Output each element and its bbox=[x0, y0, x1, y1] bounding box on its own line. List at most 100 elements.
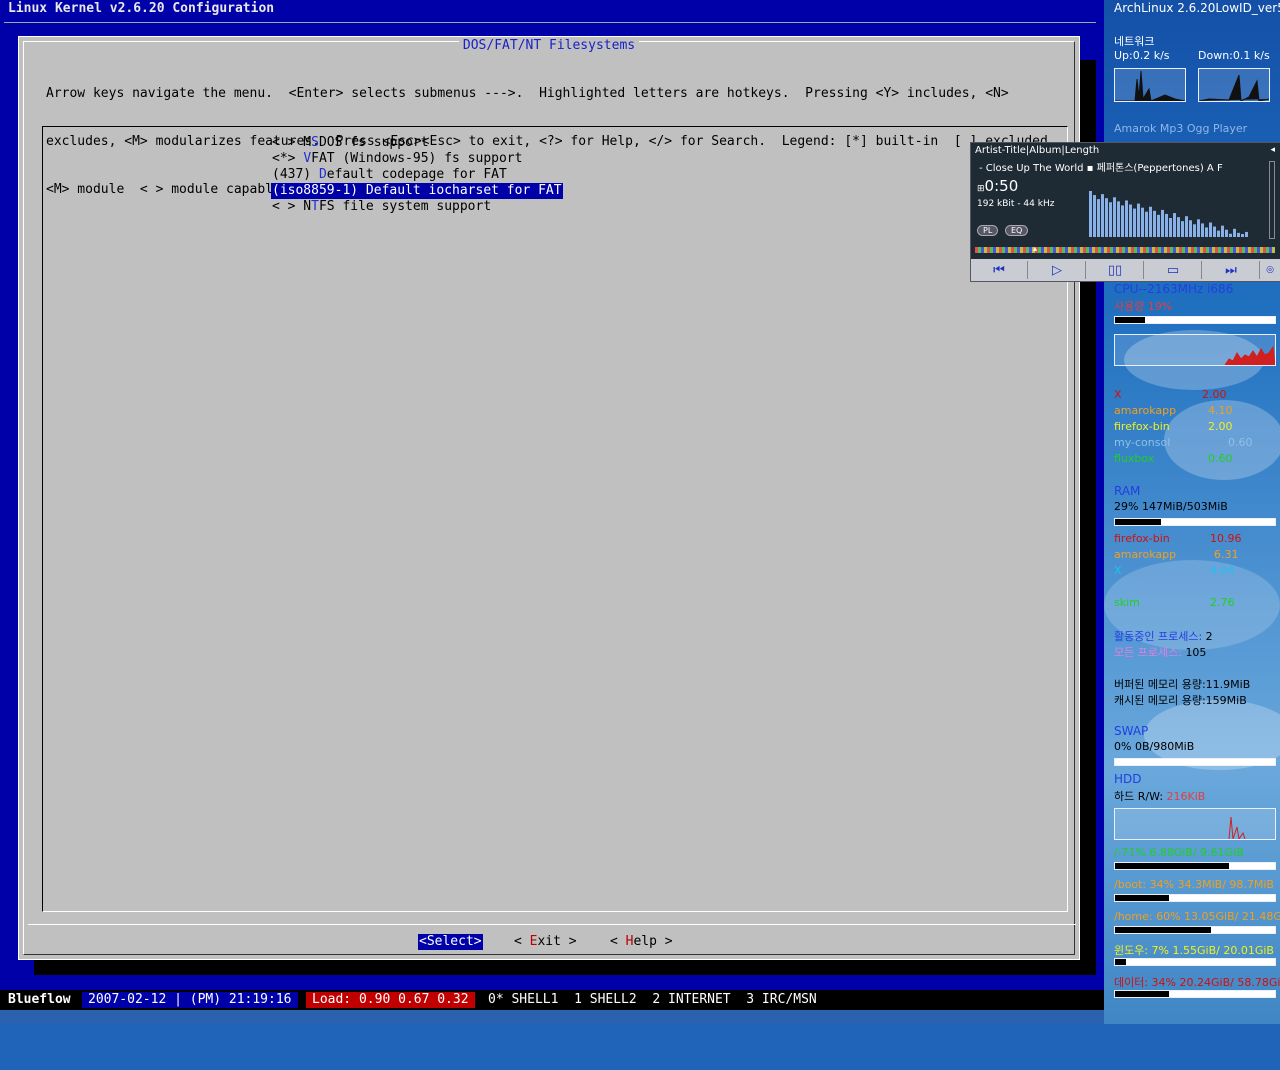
ram-proc-name: skim bbox=[1114, 596, 1140, 609]
pause-icon[interactable]: ▯▯ bbox=[1087, 261, 1144, 279]
spectrum-bar bbox=[1225, 229, 1228, 237]
player-controls: ⏮ ▷ ▯▯ ▭ ⏭ ◎ bbox=[971, 259, 1280, 281]
network-label: 네트워크 bbox=[1114, 35, 1155, 48]
play-icon[interactable]: ▷ bbox=[1029, 261, 1086, 279]
disk-usage-bar bbox=[1114, 862, 1276, 870]
exit-button[interactable]: < Exit > bbox=[514, 934, 577, 950]
menu-item-msdos[interactable]: < > MSDOS fs support bbox=[271, 135, 430, 151]
ram-proc-name: firefox-bin bbox=[1114, 532, 1170, 545]
spectrum-bar bbox=[1137, 203, 1140, 237]
disk-usage-bar-fill bbox=[1115, 895, 1170, 901]
ram-proc-name: amarokapp bbox=[1114, 548, 1177, 561]
dialog-frame: DOS/FAT/NT Filesystems Arrow keys naviga… bbox=[23, 38, 1076, 955]
ram-proc-name: X bbox=[1114, 564, 1122, 577]
cpu-proc-name: amarokapp bbox=[1114, 404, 1177, 417]
hdd-rw: 하드 R/W: 216KiB bbox=[1114, 790, 1206, 803]
cpu-proc-row: my-consol bbox=[1114, 436, 1170, 449]
ram-proc-value: 10.96 bbox=[1210, 532, 1242, 545]
statusbar-windows[interactable]: 0* SHELL1 1 SHELL2 2 INTERNET 3 IRC/MSN bbox=[488, 992, 817, 1008]
amarok-label: Amarok Mp3 Ogg Player bbox=[1114, 122, 1248, 135]
spectrum-bar bbox=[1217, 230, 1220, 237]
disk-usage-label: 데이터: 34% 20.24GiB/ 58.78GiB bbox=[1114, 976, 1280, 989]
ram-bar bbox=[1114, 518, 1276, 526]
amarok-player[interactable]: Artist-Title|Album|Length ◂ - Close Up T… bbox=[970, 142, 1280, 282]
spectrum-bar bbox=[1105, 198, 1108, 237]
menu-item-default-iocharset[interactable]: (iso8859-1) Default iocharset for FAT bbox=[271, 183, 563, 199]
elapsed-time: ⊞0:50 bbox=[977, 177, 1019, 195]
volume-slider[interactable] bbox=[1269, 161, 1275, 239]
cpu-proc-row: X bbox=[1114, 388, 1122, 401]
spectrum-bar bbox=[1221, 225, 1224, 237]
spectrum-bar bbox=[1097, 199, 1100, 237]
statusbar-load: Load: 0.90 0.67 0.32 bbox=[306, 992, 475, 1008]
cached-memory: 캐시된 메모리 용량:159MiB bbox=[1114, 694, 1247, 707]
spectrum-bar bbox=[1093, 195, 1096, 237]
ram-proc-row: firefox-bin bbox=[1114, 532, 1170, 545]
cpu-proc-row: fluxbox bbox=[1114, 452, 1154, 465]
menu-item-vfat[interactable]: <*> VFAT (Windows-95) fs support bbox=[271, 151, 523, 167]
equalizer-button[interactable]: EQ bbox=[1005, 225, 1029, 236]
spectrum-bar bbox=[1121, 205, 1124, 237]
terminal-window[interactable]: Linux Kernel v2.6.20 Configuration DOS/F… bbox=[0, 0, 1104, 990]
spectrum-bar bbox=[1177, 217, 1180, 237]
instructions-line-1: Arrow keys navigate the menu. <Enter> se… bbox=[46, 86, 1009, 101]
hdd-graph bbox=[1114, 808, 1276, 840]
net-down-graph bbox=[1198, 68, 1270, 102]
ram-label: RAM bbox=[1114, 484, 1141, 498]
spectrum-bar bbox=[1201, 223, 1204, 237]
spectrum-bar bbox=[1113, 197, 1116, 237]
stop-icon[interactable]: ▭ bbox=[1145, 261, 1202, 279]
cpu-proc-name: my-consol bbox=[1114, 436, 1171, 449]
disk-usage-bar-fill bbox=[1115, 863, 1229, 869]
spectrum-bar bbox=[1233, 228, 1236, 237]
button-row: <Select> < Exit > < Help > bbox=[24, 934, 1074, 950]
disk-usage-bar bbox=[1114, 958, 1276, 966]
cpu-proc-value: 0.60 bbox=[1228, 436, 1253, 449]
menu-item-default-codepage[interactable]: (437) Default codepage for FAT bbox=[271, 167, 508, 183]
ram-bar-fill bbox=[1115, 519, 1162, 525]
spectrum-bar bbox=[1109, 202, 1112, 237]
volume-icon[interactable]: ◂ bbox=[1270, 145, 1275, 155]
spectrum-bar bbox=[1245, 231, 1248, 237]
menu-item-ntfs[interactable]: < > NTFS file system support bbox=[271, 199, 492, 215]
swap-label: SWAP bbox=[1114, 724, 1149, 738]
title-divider bbox=[4, 22, 1096, 23]
disk-usage-label: /boot: 34% 34.3MiB/ 98.7MiB bbox=[1114, 878, 1274, 891]
next-icon[interactable]: ⏭ bbox=[1203, 261, 1260, 279]
disk-usage-bar-fill bbox=[1115, 927, 1211, 933]
prev-icon[interactable]: ⏮ bbox=[971, 261, 1028, 279]
disk-usage-label: /:71% 6.88GiB/ 9.61GiB bbox=[1114, 846, 1244, 859]
spectrum-analyzer bbox=[1089, 191, 1248, 237]
swap-usage: 0% 0B/980MiB bbox=[1114, 740, 1195, 753]
system-name: ArchLinux 2.6.20LowID_ver5 bbox=[1114, 1, 1280, 15]
screen-statusbar: Blueflow 2007-02-12 | (PM) 21:19:16 Load… bbox=[0, 990, 1104, 1010]
select-button[interactable]: <Select> bbox=[418, 934, 483, 950]
spectrum-bar bbox=[1101, 194, 1104, 237]
button-divider bbox=[28, 924, 1076, 925]
spectrum-bar bbox=[1185, 216, 1188, 237]
menuconfig-dialog: DOS/FAT/NT Filesystems Arrow keys naviga… bbox=[18, 36, 1080, 960]
ram-proc-value: 6.31 bbox=[1214, 548, 1239, 561]
bitrate: 192 kBit - 44 kHz bbox=[977, 199, 1055, 209]
ram-proc-row: skim bbox=[1114, 596, 1140, 609]
spectrum-bar bbox=[1145, 211, 1148, 237]
spectrum-bar bbox=[1129, 204, 1132, 237]
seek-bar[interactable] bbox=[975, 247, 1275, 253]
cpu-proc-value: 0.60 bbox=[1208, 452, 1233, 465]
seek-handle-icon[interactable]: ▴ bbox=[1033, 244, 1037, 253]
ram-proc-row: X bbox=[1114, 564, 1122, 577]
cpu-proc-row: amarokapp bbox=[1114, 404, 1176, 417]
spectrum-bar bbox=[1193, 224, 1196, 237]
help-button[interactable]: < Help > bbox=[610, 934, 673, 950]
spectrum-bar bbox=[1241, 234, 1244, 237]
amarok-header: Artist-Title|Album|Length bbox=[975, 145, 1100, 156]
playlist-button[interactable]: PL bbox=[977, 225, 999, 236]
cpu-proc-name: fluxbox bbox=[1114, 452, 1155, 465]
cpu-label: CPU--2163MHz i686 bbox=[1114, 282, 1234, 296]
cpu-graph bbox=[1114, 334, 1276, 366]
cpu-proc-row: firefox-bin bbox=[1114, 420, 1170, 433]
extra-icon[interactable]: ◎ bbox=[1259, 261, 1280, 279]
dialog-title-wrap: DOS/FAT/NT Filesystems bbox=[24, 38, 1074, 54]
net-up-graph bbox=[1114, 68, 1186, 102]
spectrum-bar bbox=[1165, 213, 1168, 237]
